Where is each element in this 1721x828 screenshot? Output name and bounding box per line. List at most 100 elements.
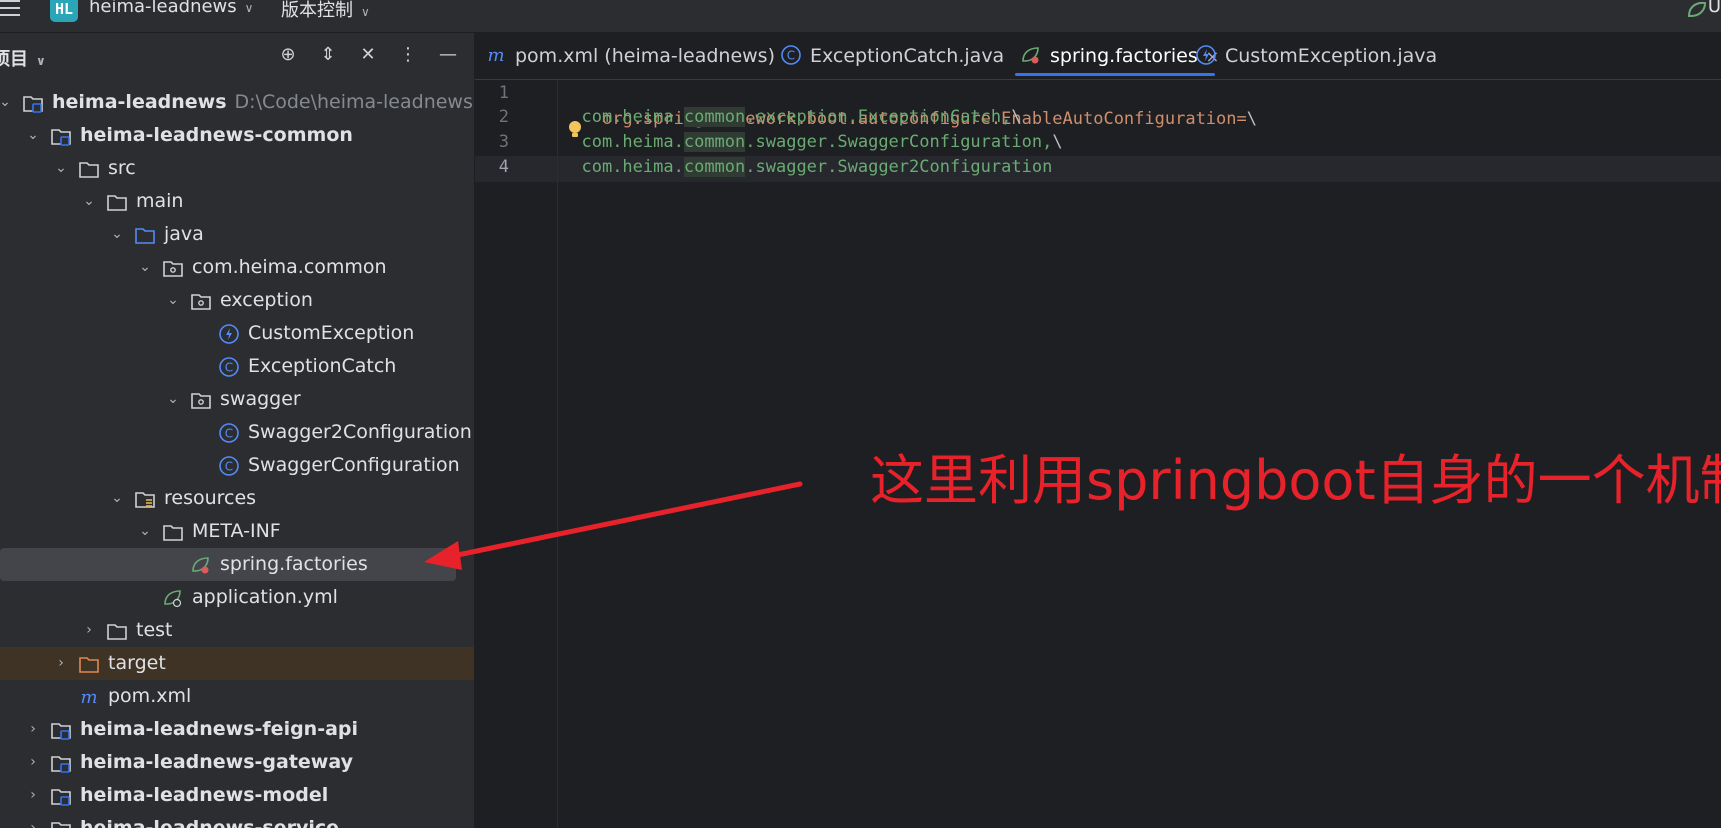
- hide-icon[interactable]: —: [436, 43, 460, 67]
- chevron-right-icon[interactable]: ›: [24, 812, 42, 828]
- svg-text:C: C: [225, 460, 233, 474]
- tree-node[interactable]: application.yml: [0, 581, 474, 614]
- tab-label: ExceptionCatch.java: [810, 45, 1005, 67]
- code-line: com.heima.common.swagger.SwaggerConfigur…: [561, 129, 1063, 155]
- title-bar: HL heima-leadnews ∨ 版本控制 ∨ U: [0, 0, 1721, 33]
- tree-node[interactable]: CustomException: [0, 317, 474, 350]
- chevron-right-icon[interactable]: ›: [24, 746, 42, 779]
- tree-node-label: swagger: [220, 383, 301, 416]
- tree-node[interactable]: › target: [0, 647, 474, 680]
- lightbulb-icon[interactable]: [567, 120, 583, 140]
- editor-tab[interactable]: CustomException.java: [1195, 33, 1437, 79]
- tree-node-text: main: [136, 190, 184, 212]
- tree-node-text: test: [136, 619, 173, 641]
- tree-node-text: target: [108, 652, 166, 674]
- tree-node-label: SwaggerConfiguration: [248, 449, 460, 482]
- expand-icon[interactable]: ⇕: [316, 43, 340, 67]
- vcs-label: 版本控制: [281, 0, 353, 21]
- folder-icon: [162, 521, 184, 543]
- chevron-down-icon: ∨: [36, 54, 46, 68]
- chevron-down-icon[interactable]: ⌄: [80, 185, 98, 218]
- class-icon: C: [218, 455, 240, 477]
- project-switcher[interactable]: heima-leadnews ∨: [89, 0, 253, 17]
- tree-node-text: pom.xml: [108, 685, 192, 707]
- chevron-right-icon[interactable]: ›: [24, 713, 42, 746]
- top-right-text[interactable]: U: [1708, 0, 1721, 17]
- tree-node[interactable]: ⌄ exception: [0, 284, 474, 317]
- value-text: com.heima.: [581, 132, 684, 152]
- tree-node-label: test: [136, 614, 173, 647]
- chevron-down-icon[interactable]: ⌄: [136, 251, 154, 284]
- tab-label: CustomException.java: [1225, 45, 1438, 67]
- tree-node[interactable]: › heima-leadnews-service: [0, 812, 474, 828]
- line-gutter: 1 2 3 4: [475, 80, 558, 828]
- chevron-down-icon[interactable]: ⌄: [108, 218, 126, 251]
- tree-node-label: heima-leadnews-model: [80, 779, 328, 812]
- tree-node[interactable]: ⌄ java: [0, 218, 474, 251]
- module-folder-icon: [50, 752, 72, 774]
- tree-node[interactable]: C SwaggerConfiguration: [0, 449, 474, 482]
- editor-tab[interactable]: C ExceptionCatch.java: [780, 33, 1004, 79]
- locate-icon[interactable]: ⊕: [276, 43, 300, 67]
- maven-icon: m: [485, 44, 507, 66]
- tree-node-label: exception: [220, 284, 313, 317]
- line-number: 1: [498, 83, 509, 103]
- chevron-down-icon[interactable]: ⌄: [136, 515, 154, 548]
- code-line: com.heima.common.swagger.Swagger2Configu…: [561, 154, 1052, 180]
- chevron-right-icon[interactable]: ›: [52, 647, 70, 680]
- chevron-down-icon: ∨: [361, 5, 370, 19]
- panel-title[interactable]: 项目 ∨: [0, 45, 46, 71]
- tree-node[interactable]: m pom.xml: [0, 680, 474, 713]
- tree-node[interactable]: ⌄ swagger: [0, 383, 474, 416]
- line-number: 4: [498, 157, 509, 177]
- project-badge[interactable]: HL: [50, 0, 78, 22]
- tree-node[interactable]: C Swagger2Configuration: [0, 416, 474, 449]
- line-continuation: \: [1246, 109, 1258, 129]
- spring-icon[interactable]: [1685, 0, 1709, 20]
- project-name: heima-leadnews: [89, 0, 237, 17]
- tree-node-label: pom.xml: [108, 680, 191, 713]
- more-icon[interactable]: ⋮: [396, 43, 420, 67]
- collapse-icon[interactable]: ✕: [356, 43, 380, 67]
- chevron-down-icon[interactable]: ⌄: [164, 284, 182, 317]
- tree-node[interactable]: › heima-leadnews-gateway: [0, 746, 474, 779]
- tree-node-label: heima-leadnews-feign-api: [80, 713, 358, 746]
- tree-node[interactable]: ⌄ heima-leadnews-common: [0, 119, 474, 152]
- chevron-down-icon[interactable]: ⌄: [108, 482, 126, 515]
- tree-node[interactable]: spring.factories: [0, 548, 456, 581]
- svg-text:m: m: [80, 687, 97, 708]
- value-text: com.heima.: [581, 107, 684, 127]
- tree-node[interactable]: ⌄ resources: [0, 482, 474, 515]
- chevron-down-icon[interactable]: ⌄: [24, 119, 42, 152]
- tree-node[interactable]: › heima-leadnews-feign-api: [0, 713, 474, 746]
- tab-label: spring.factories: [1050, 45, 1198, 67]
- tree-node[interactable]: ⌄ com.heima.common: [0, 251, 474, 284]
- module-folder-icon: [50, 125, 72, 147]
- active-tab-indicator: [1015, 73, 1215, 76]
- tree-node[interactable]: › heima-leadnews-model: [0, 779, 474, 812]
- tree-node[interactable]: ⌄ META-INF: [0, 515, 474, 548]
- chevron-right-icon[interactable]: ›: [24, 779, 42, 812]
- tree-node-text: heima-leadnews-gateway: [80, 751, 353, 773]
- vcs-menu[interactable]: 版本控制 ∨: [281, 0, 370, 22]
- chevron-down-icon[interactable]: ⌄: [164, 383, 182, 416]
- project-tree: ⌄ heima-leadnews D:\Code\heima-leadnews ⌄ he…: [0, 86, 474, 828]
- value-text: com.heima.: [581, 157, 684, 177]
- tree-node-text: swagger: [220, 388, 301, 410]
- tree-node[interactable]: C ExceptionCatch: [0, 350, 474, 383]
- class-icon: C: [780, 44, 802, 66]
- tree-node[interactable]: ⌄ main: [0, 185, 474, 218]
- chevron-down-icon[interactable]: ⌄: [52, 152, 70, 185]
- tree-node[interactable]: › test: [0, 614, 474, 647]
- tree-node-text: heima-leadnews-common: [80, 124, 353, 146]
- chevron-down-icon[interactable]: ⌄: [0, 86, 14, 119]
- tree-node[interactable]: ⌄ heima-leadnews D:\Code\heima-leadnews: [0, 86, 474, 119]
- main-menu-icon[interactable]: [0, 0, 24, 20]
- tree-node-text: spring.factories: [220, 553, 368, 575]
- tree-node-text: META-INF: [192, 520, 281, 542]
- chevron-right-icon[interactable]: ›: [80, 614, 98, 647]
- module-folder-icon: [50, 818, 72, 828]
- tree-node[interactable]: ⌄ src: [0, 152, 474, 185]
- editor-tab[interactable]: m pom.xml (heima-leadnews): [485, 33, 775, 79]
- project-tool-window: 项目 ∨ ⊕ ⇕ ✕ ⋮ — ⌄ heima-leadnews D:\Code\hei…: [0, 33, 475, 828]
